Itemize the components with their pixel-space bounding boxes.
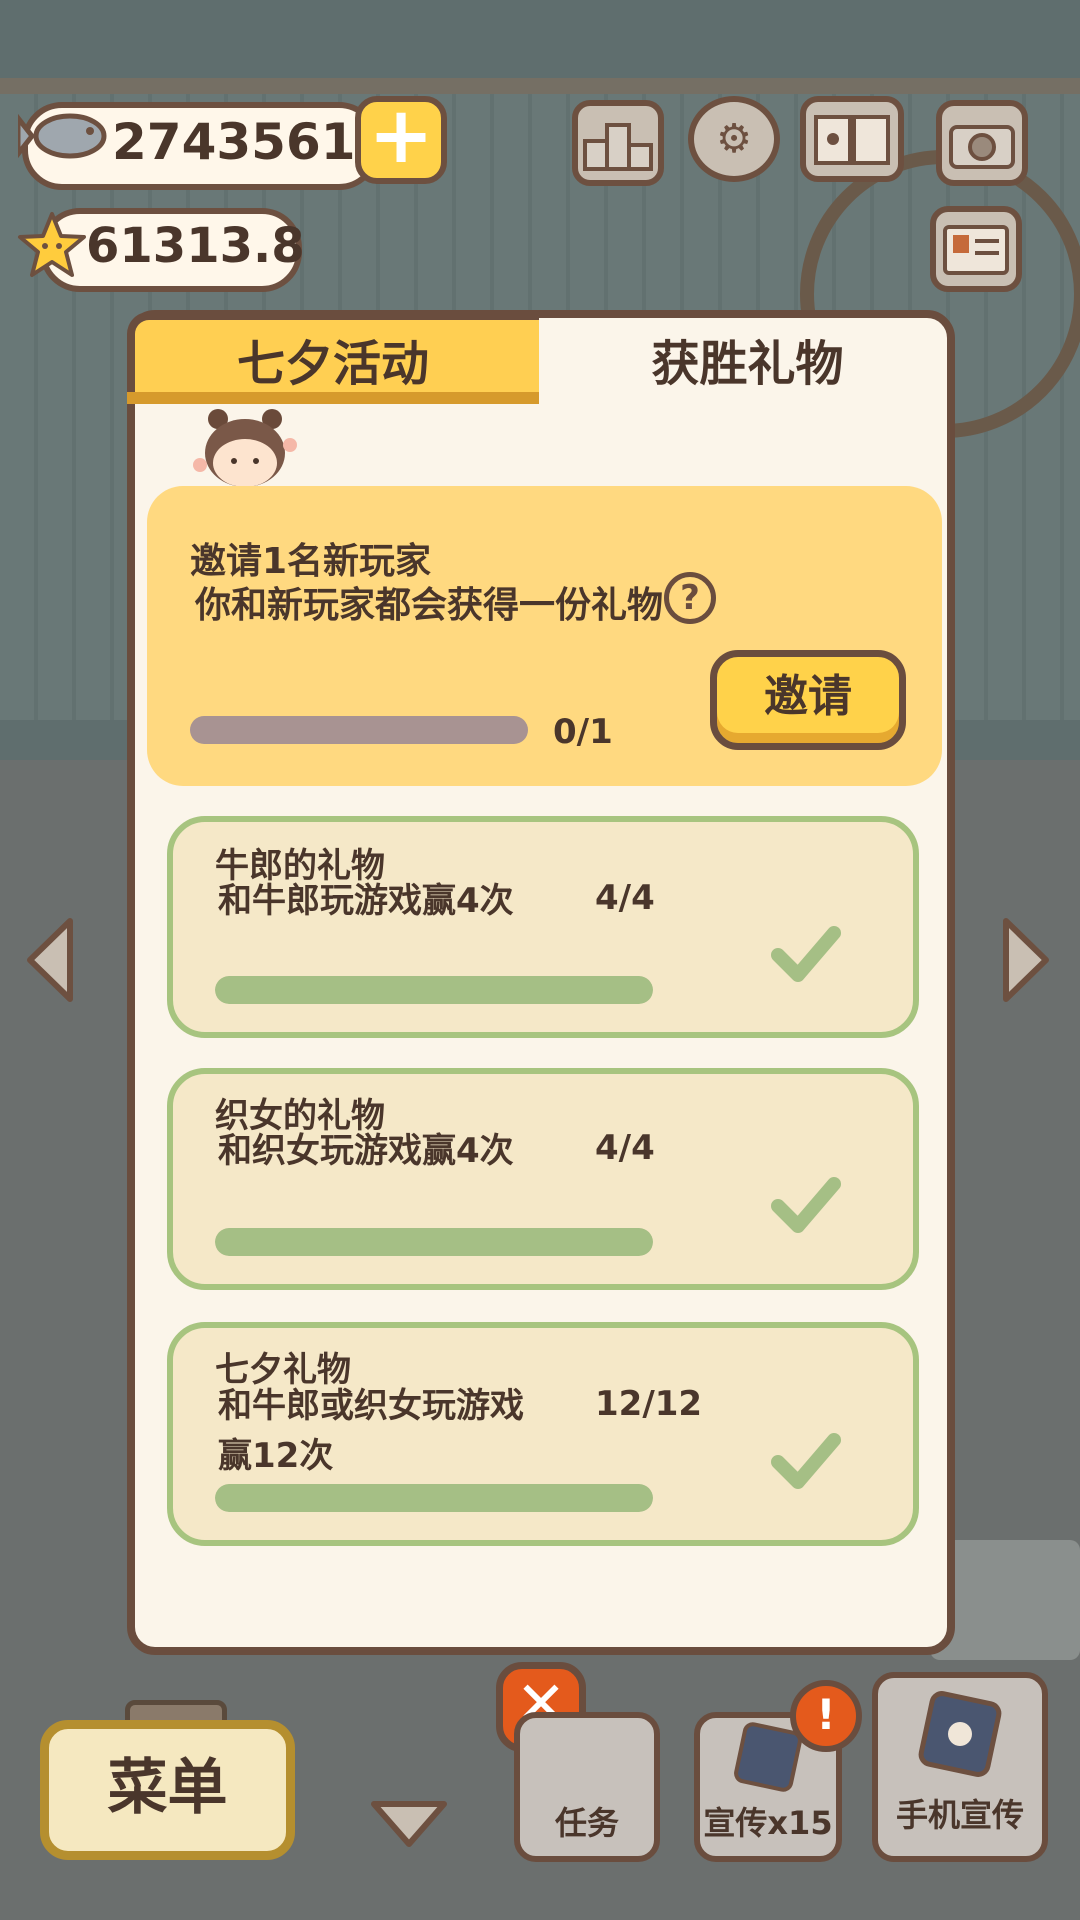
checkmark-icon <box>771 1177 841 1233</box>
task-description: 和牛郎玩游戏赢4次 <box>218 881 514 921</box>
invite-progress-text: 0/1 <box>553 712 613 752</box>
phone-icon <box>918 1691 1002 1777</box>
ranking-podium-icon <box>583 123 653 171</box>
task-progress-bar <box>215 1228 653 1256</box>
star-icon <box>18 212 86 277</box>
ranking-button[interactable] <box>572 100 664 186</box>
fish-icon <box>18 113 107 159</box>
chevron-down-icon[interactable] <box>368 1796 450 1852</box>
task-progress-fill <box>215 1228 653 1256</box>
girl-mascot-icon <box>193 409 297 487</box>
chevron-right-icon[interactable] <box>998 915 1054 1005</box>
tab-winning-gifts-label[interactable]: 获胜礼物 <box>540 324 955 394</box>
camera-button[interactable] <box>936 100 1028 186</box>
invite-description: 你和新玩家都会获得一份礼物 <box>195 585 664 626</box>
question-icon[interactable]: ? <box>664 572 716 624</box>
plus-icon: + <box>368 91 434 181</box>
paw-book-icon <box>814 115 890 165</box>
menu-button[interactable]: 菜单 <box>40 1720 295 1860</box>
tasks-label: 任务 <box>554 1804 619 1842</box>
invite-progress-bar <box>190 716 528 744</box>
task-progress-fill <box>215 1484 653 1512</box>
tab-qixi-event-label[interactable]: 七夕活动 <box>127 324 539 394</box>
task-count: 12/12 <box>595 1384 703 1424</box>
book-button[interactable] <box>800 96 904 182</box>
id-card-icon <box>943 225 1009 275</box>
task-count: 4/4 <box>595 1128 655 1168</box>
camera-icon <box>949 125 1015 169</box>
settings-button[interactable]: ⚙ <box>688 96 780 182</box>
chevron-left-icon[interactable] <box>22 915 78 1005</box>
task-progress-bar <box>215 976 653 1004</box>
phone-promo-label: 手机宣传 <box>895 1796 1024 1834</box>
exclamation-icon: ! <box>790 1680 862 1752</box>
promo-label: 宣传x15 <box>703 1804 833 1842</box>
task-progress-fill <box>215 976 653 1004</box>
checkmark-icon <box>771 926 841 982</box>
task-count: 4/4 <box>595 878 655 918</box>
task-description: 和牛郎或织女玩游戏 <box>218 1386 524 1426</box>
task-description: 和织女玩游戏赢4次 <box>218 1131 514 1171</box>
star-amount: 61313.8 <box>86 218 305 274</box>
checkmark-icon <box>771 1433 841 1489</box>
fish-amount: 2743561 <box>112 113 356 171</box>
background-beam <box>0 78 1080 94</box>
card-button[interactable] <box>930 206 1022 292</box>
gear-icon: ⚙ <box>716 116 752 162</box>
task-progress-bar <box>215 1484 653 1512</box>
invite-button[interactable]: 邀请 <box>710 650 906 750</box>
task-description-line2: 赢12次 <box>218 1436 334 1476</box>
add-currency-button[interactable]: + <box>355 96 447 184</box>
